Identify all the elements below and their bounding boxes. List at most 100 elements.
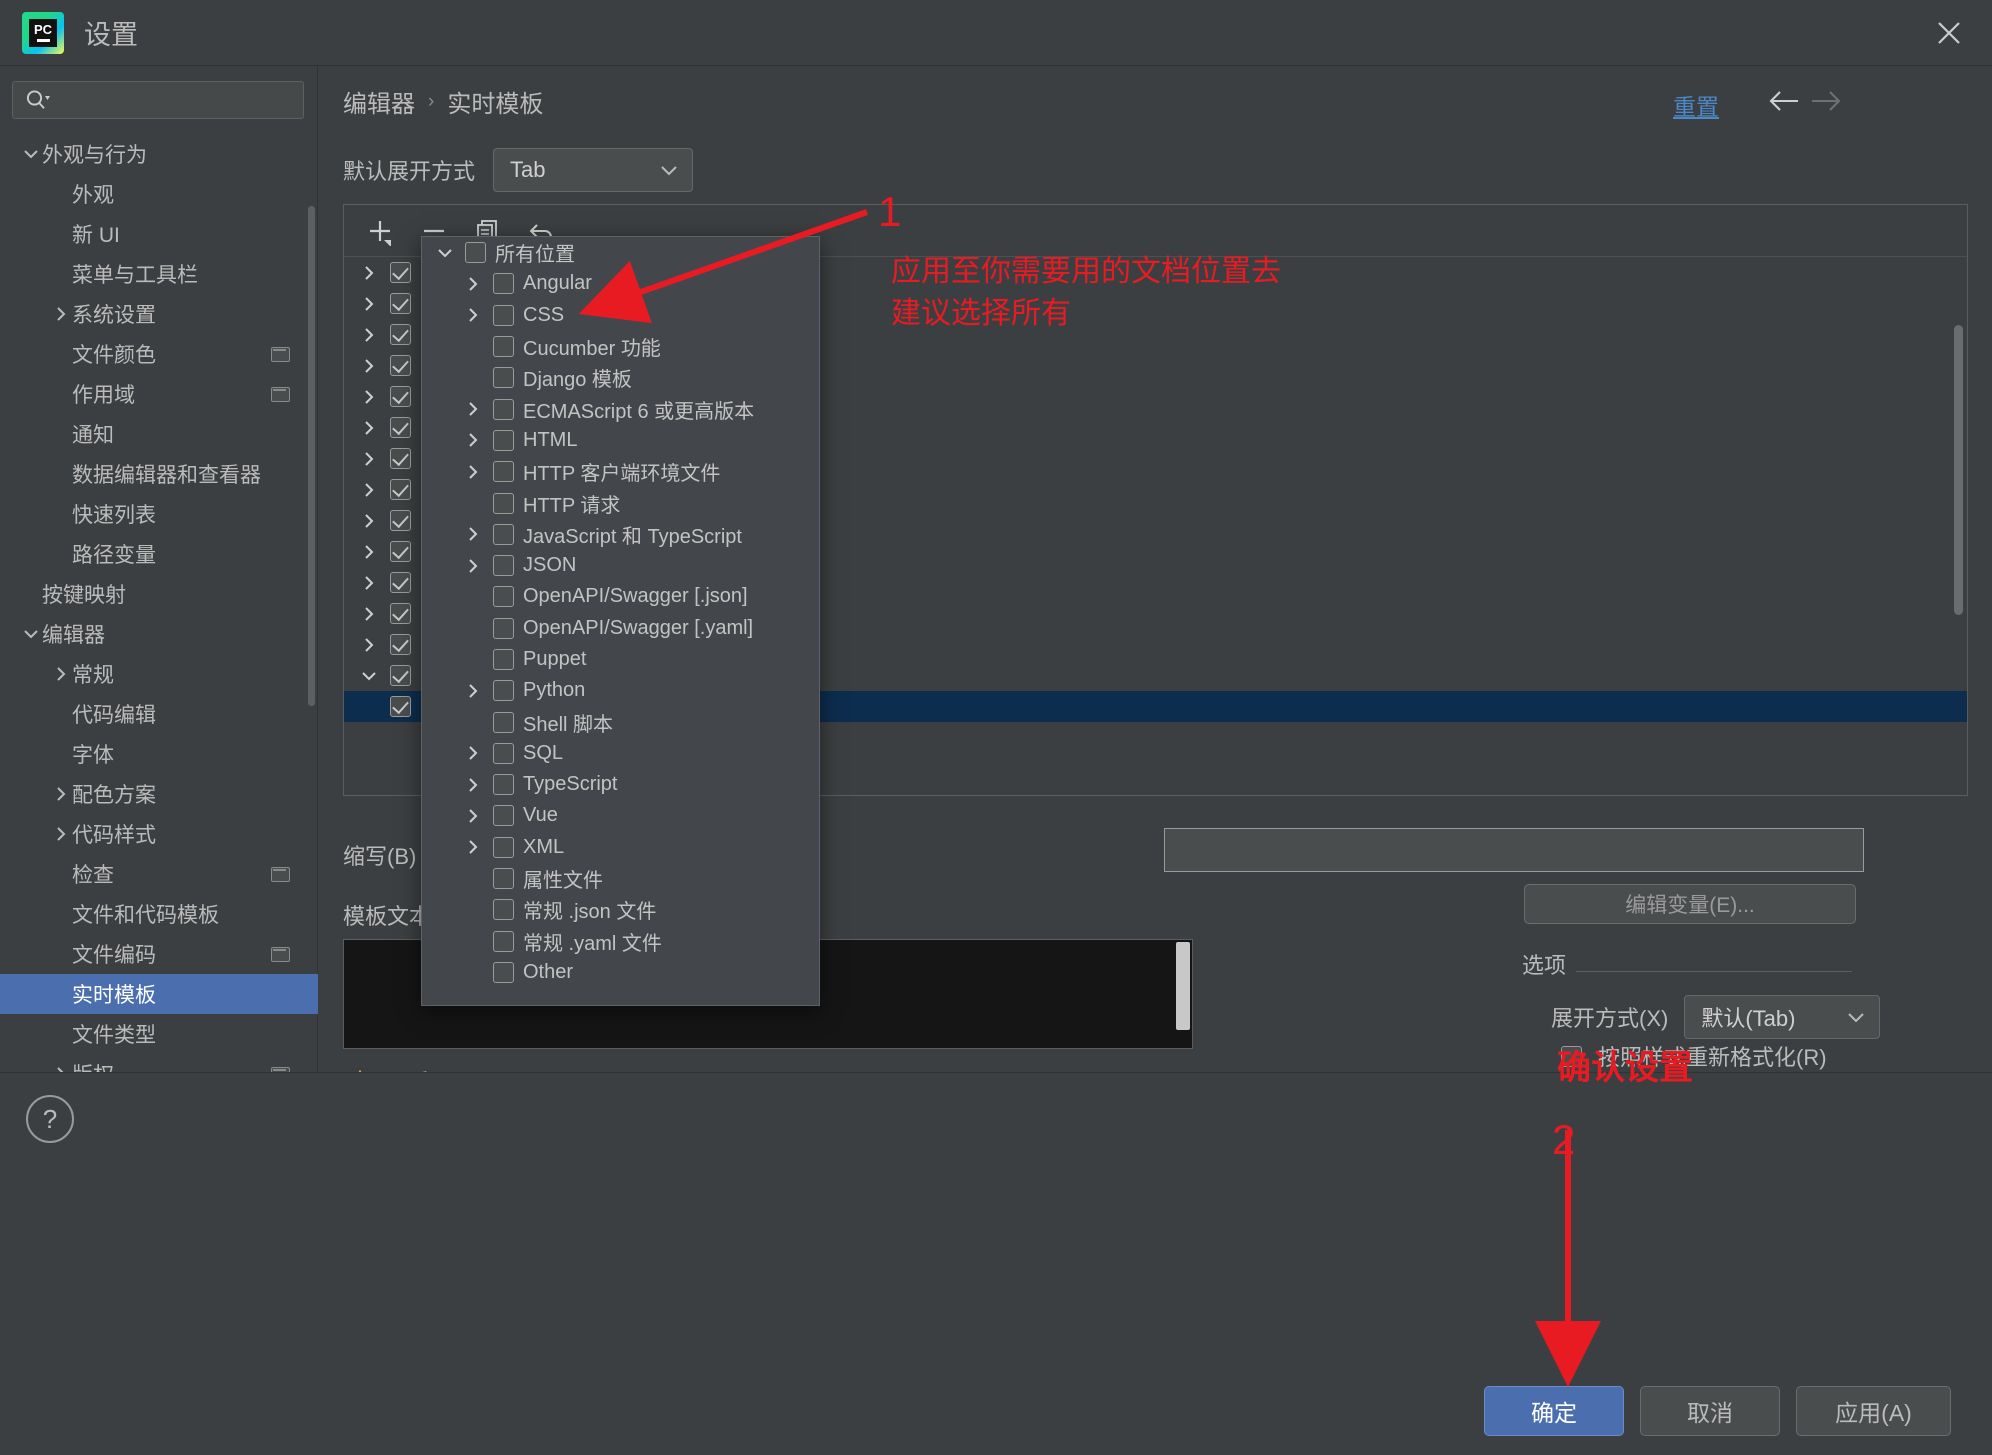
arrow-right-icon[interactable] bbox=[1808, 88, 1844, 119]
list-item-checkbox[interactable] bbox=[493, 742, 514, 764]
sidebar-item-arrow[interactable] bbox=[20, 145, 42, 163]
list-item-arrow[interactable] bbox=[462, 431, 484, 449]
list-item[interactable]: JavaScript 和 TypeScript bbox=[422, 519, 819, 550]
list-item[interactable]: Django 模板 bbox=[422, 362, 819, 393]
list-item-arrow[interactable] bbox=[462, 463, 484, 481]
template-row-checkbox[interactable] bbox=[390, 665, 411, 686]
list-item-arrow[interactable] bbox=[462, 400, 484, 418]
list-item-checkbox[interactable] bbox=[493, 367, 514, 389]
template-row-arrow[interactable] bbox=[358, 481, 380, 499]
default-expand-select[interactable]: Tab bbox=[493, 148, 694, 192]
plus-icon[interactable] bbox=[358, 211, 402, 251]
sidebar-item-5[interactable]: 文件颜色 bbox=[0, 334, 318, 374]
list-item-arrow[interactable] bbox=[434, 244, 456, 262]
list-item-checkbox[interactable] bbox=[493, 273, 514, 295]
list-item-checkbox[interactable] bbox=[493, 899, 514, 921]
list-item-checkbox[interactable] bbox=[493, 617, 514, 639]
template-row-checkbox[interactable] bbox=[390, 572, 411, 593]
list-item-checkbox[interactable] bbox=[493, 805, 514, 827]
sidebar-item-arrow[interactable] bbox=[50, 305, 72, 323]
sidebar-item-arrow[interactable] bbox=[20, 625, 42, 643]
list-item-arrow[interactable] bbox=[462, 557, 484, 575]
list-item[interactable]: Cucumber 功能 bbox=[422, 331, 819, 362]
template-row-checkbox[interactable] bbox=[390, 696, 411, 717]
list-item[interactable]: JSON bbox=[422, 550, 819, 581]
sidebar-item-arrow[interactable] bbox=[50, 825, 72, 843]
template-row-arrow[interactable] bbox=[358, 264, 380, 282]
list-item-checkbox[interactable] bbox=[493, 492, 514, 514]
template-row-checkbox[interactable] bbox=[390, 355, 411, 376]
template-row-arrow[interactable] bbox=[358, 543, 380, 561]
template-row-arrow[interactable] bbox=[358, 357, 380, 375]
list-item-arrow[interactable] bbox=[462, 807, 484, 825]
list-item-checkbox[interactable] bbox=[493, 398, 514, 420]
sidebar-item-21[interactable]: 实时模板 bbox=[0, 974, 318, 1014]
list-item-checkbox[interactable] bbox=[493, 961, 514, 983]
sidebar-item-19[interactable]: 文件和代码模板 bbox=[0, 894, 318, 934]
sidebar-item-7[interactable]: 通知 bbox=[0, 414, 318, 454]
list-item-checkbox[interactable] bbox=[493, 649, 514, 670]
sidebar-item-10[interactable]: 路径变量 bbox=[0, 534, 318, 574]
sidebar-item-arrow[interactable] bbox=[50, 665, 72, 683]
list-item[interactable]: OpenAPI/Swagger [.yaml] bbox=[422, 613, 819, 644]
list-item[interactable]: OpenAPI/Swagger [.json] bbox=[422, 581, 819, 612]
list-item-arrow[interactable] bbox=[462, 838, 484, 856]
list-item[interactable]: CSS bbox=[422, 300, 819, 331]
sidebar-scrollbar[interactable] bbox=[308, 206, 315, 706]
close-icon[interactable] bbox=[1932, 16, 1966, 50]
template-row-arrow[interactable] bbox=[358, 419, 380, 437]
list-item-arrow[interactable] bbox=[462, 525, 484, 543]
template-row-arrow[interactable] bbox=[358, 667, 380, 685]
apply-button[interactable]: 应用(A) bbox=[1796, 1386, 1951, 1436]
list-item-checkbox[interactable] bbox=[493, 336, 514, 358]
search-box[interactable] bbox=[12, 81, 304, 119]
list-item-arrow[interactable] bbox=[462, 776, 484, 794]
reset-link[interactable]: 重置 bbox=[1673, 88, 1719, 122]
template-row-arrow[interactable] bbox=[358, 605, 380, 623]
template-row-checkbox[interactable] bbox=[390, 510, 411, 531]
template-row-checkbox[interactable] bbox=[390, 262, 411, 283]
list-item[interactable]: 常规 .yaml 文件 bbox=[422, 926, 819, 957]
template-row-checkbox[interactable] bbox=[390, 386, 411, 407]
expand-with-select[interactable]: 默认(Tab) bbox=[1684, 995, 1881, 1039]
list-item[interactable]: XML bbox=[422, 832, 819, 863]
template-row-arrow[interactable] bbox=[358, 388, 380, 406]
list-item[interactable]: ECMAScript 6 或更高版本 bbox=[422, 393, 819, 424]
sidebar-item-2[interactable]: 新 UI bbox=[0, 214, 318, 254]
sidebar-item-8[interactable]: 数据编辑器和查看器 bbox=[0, 454, 318, 494]
arrow-left-icon[interactable] bbox=[1766, 88, 1802, 119]
template-row-checkbox[interactable] bbox=[390, 324, 411, 345]
list-item-arrow[interactable] bbox=[462, 306, 484, 324]
template-row-checkbox[interactable] bbox=[390, 634, 411, 655]
sidebar-item-9[interactable]: 快速列表 bbox=[0, 494, 318, 534]
list-item[interactable]: TypeScript bbox=[422, 769, 819, 800]
template-row-checkbox[interactable] bbox=[390, 479, 411, 500]
list-item-checkbox[interactable] bbox=[493, 523, 514, 545]
search-input[interactable] bbox=[57, 91, 303, 109]
list-item[interactable]: 常规 .json 文件 bbox=[422, 894, 819, 925]
list-item[interactable]: 属性文件 bbox=[422, 863, 819, 894]
list-item[interactable]: HTTP 客户端环境文件 bbox=[422, 456, 819, 487]
template-row-checkbox[interactable] bbox=[390, 603, 411, 624]
list-item-checkbox[interactable] bbox=[493, 774, 514, 796]
list-item-checkbox[interactable] bbox=[493, 461, 514, 483]
list-item-checkbox[interactable] bbox=[493, 868, 514, 890]
list-item-arrow[interactable] bbox=[462, 682, 484, 700]
template-row-arrow[interactable] bbox=[358, 295, 380, 313]
sidebar-item-12[interactable]: 编辑器 bbox=[0, 614, 318, 654]
list-item-checkbox[interactable] bbox=[493, 304, 514, 326]
sidebar-item-13[interactable]: 常规 bbox=[0, 654, 318, 694]
help-button[interactable]: ? bbox=[26, 1095, 74, 1143]
list-item[interactable]: SQL bbox=[422, 738, 819, 769]
ok-button[interactable]: 确定 bbox=[1484, 1386, 1624, 1436]
list-item[interactable]: Puppet bbox=[422, 644, 819, 675]
template-row-arrow[interactable] bbox=[358, 512, 380, 530]
list-item-checkbox[interactable] bbox=[493, 836, 514, 858]
list-item-arrow[interactable] bbox=[462, 744, 484, 762]
list-item[interactable]: Shell 脚本 bbox=[422, 706, 819, 737]
list-item-checkbox[interactable] bbox=[493, 930, 514, 952]
sidebar-item-17[interactable]: 代码样式 bbox=[0, 814, 318, 854]
list-item-checkbox[interactable] bbox=[493, 680, 514, 702]
list-item-checkbox[interactable] bbox=[493, 429, 514, 451]
template-row-checkbox[interactable] bbox=[390, 541, 411, 562]
